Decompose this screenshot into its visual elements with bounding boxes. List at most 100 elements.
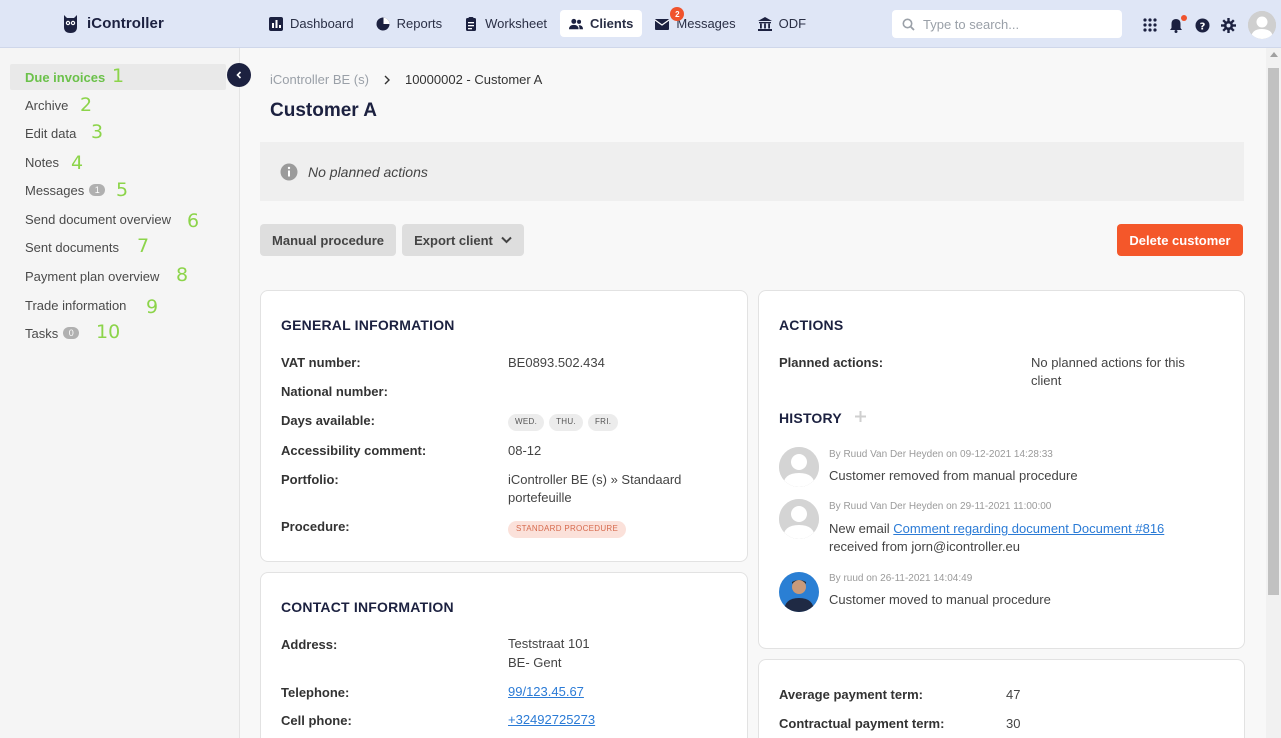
telephone-link[interactable]: 99/123.45.67 [508, 683, 584, 701]
search-input[interactable] [923, 16, 1113, 32]
annotation-number: 6 [187, 210, 200, 232]
chevron-left-icon [236, 71, 242, 79]
history-meta: By Ruud Van Der Heyden on 29-11-2021 11:… [829, 501, 1052, 512]
document-comment-link[interactable]: Comment regarding document Document #816 [893, 521, 1164, 536]
annotation-number: 2 [80, 94, 93, 116]
sidebar-item-label: Payment plan overview [25, 268, 160, 284]
annotation-number: 4 [71, 152, 84, 174]
sidebar-item-edit-data[interactable]: Edit data [10, 120, 226, 146]
annotation-number: 1 [112, 65, 125, 87]
address-value: Teststraat 101 BE- Gent [508, 635, 590, 672]
cell-phone-label: Cell phone: [281, 713, 352, 728]
breadcrumb-current: 10000002 - Customer A [404, 72, 543, 87]
user-avatar[interactable] [1248, 11, 1276, 39]
planned-actions-line: client [1031, 373, 1062, 388]
chevron-right-icon [384, 75, 390, 84]
planned-actions-label: Planned actions: [779, 355, 884, 370]
average-payment-term-label: Average payment term: [779, 687, 924, 702]
delete-customer-label: Delete customer [1129, 232, 1231, 248]
annotation-number: 3 [91, 121, 104, 143]
manual-procedure-button[interactable]: Manual procedure [260, 224, 396, 256]
procedure-badge: STANDARD PROCEDURE [508, 520, 627, 538]
sidebar-item-notes[interactable]: Notes [10, 149, 226, 175]
add-history-icon[interactable] [855, 411, 866, 422]
portfolio-value-line: iController BE (s) » Standaard [508, 472, 682, 487]
nav-dashboard[interactable]: Dashboard [260, 10, 363, 37]
sidebar-item-label: Sent documents [25, 239, 119, 255]
sidebar-item-label: Due invoices [25, 69, 106, 85]
apps-grid-icon[interactable] [1142, 17, 1158, 33]
manual-procedure-label: Manual procedure [272, 232, 384, 248]
collapse-sidebar-button[interactable] [227, 63, 251, 87]
history-text-prefix: New email [829, 521, 894, 536]
bank-icon [757, 16, 772, 31]
vat-label: VAT number: [281, 355, 361, 370]
sidebar-item-label: Tasks [25, 325, 59, 341]
toolbar-icons: ? [1142, 11, 1276, 39]
sidebar-tasks-badge: 0 [63, 327, 80, 339]
contact-information-title: CONTACT INFORMATION [281, 599, 454, 615]
svg-text:?: ? [1199, 21, 1205, 32]
nav-worksheet[interactable]: Worksheet [455, 10, 556, 37]
sidebar-item-payment-plan-overview[interactable]: Payment plan overview [10, 263, 226, 289]
info-icon [280, 163, 298, 180]
notice-text: No planned actions [308, 163, 428, 180]
breadcrumb-parent-link[interactable]: iController BE (s) [270, 72, 369, 87]
nav-reports-label: Reports [396, 16, 443, 31]
nav-odf-label: ODF [778, 16, 807, 31]
portfolio-label: Portfolio: [281, 472, 339, 487]
history-avatar [779, 499, 819, 539]
owl-logo-icon [64, 15, 77, 33]
actions-title: ACTIONS [779, 317, 844, 333]
scrollbar-thumb[interactable] [1268, 68, 1279, 595]
bar-chart-icon [269, 16, 283, 31]
page-title: Customer A [270, 100, 377, 121]
clipboard-icon [466, 16, 477, 31]
procedure-value: STANDARD PROCEDURE [508, 518, 627, 538]
top-bar: iController Dashboard Reports Worksheet … [0, 0, 1281, 48]
general-information-title: GENERAL INFORMATION [281, 317, 455, 333]
users-icon [569, 18, 584, 29]
sidebar-item-label: Edit data [25, 125, 77, 141]
search-box[interactable] [892, 10, 1122, 38]
procedure-label: Procedure: [281, 519, 350, 534]
history-avatar [779, 447, 819, 487]
breadcrumb: iController BE (s) 10000002 - Customer A [270, 72, 542, 87]
history-meta: By Ruud Van Der Heyden on 09-12-2021 14:… [829, 449, 1053, 460]
delete-customer-button[interactable]: Delete customer [1117, 224, 1243, 256]
gear-icon[interactable] [1220, 17, 1236, 33]
accessibility-comment-value: 08-12 [508, 443, 542, 458]
day-pill: THU. [549, 413, 583, 431]
sidebar-item-label: Notes [25, 154, 59, 170]
help-icon[interactable]: ? [1194, 17, 1210, 33]
bell-icon[interactable] [1168, 15, 1187, 33]
cell-phone-link[interactable]: +32492725273 [508, 711, 595, 729]
sidebar-item-sent-documents[interactable]: Sent documents [10, 234, 226, 260]
sidebar-item-archive[interactable]: Archive [10, 92, 226, 118]
address-line: BE- Gent [508, 655, 562, 670]
scroll-up-arrow[interactable] [1270, 52, 1278, 57]
history-text: New email Comment regarding document Doc… [829, 520, 1164, 556]
sidebar-item-trade-information[interactable]: Trade information [10, 292, 226, 318]
annotation-number: 8 [176, 264, 189, 286]
sidebar-item-label: Messages [25, 182, 85, 198]
main-nav: Dashboard Reports Worksheet Clients 2 Me… [260, 7, 815, 37]
sidebar-item-label: Send document overview [25, 211, 171, 227]
portfolio-value: iController BE (s) » Standaard portefeui… [508, 471, 681, 507]
contractual-payment-term-value: 30 [1006, 716, 1021, 731]
chevron-down-icon [501, 236, 512, 244]
telephone-label: Telephone: [281, 685, 350, 700]
annotation-number: 5 [116, 179, 129, 201]
app-logo[interactable]: iController [62, 12, 164, 34]
planned-actions-line: No planned actions for this [1031, 355, 1185, 370]
nav-clients[interactable]: Clients [560, 10, 643, 37]
nav-odf[interactable]: ODF [749, 10, 815, 37]
nav-messages[interactable]: 2 Messages [646, 7, 744, 37]
nav-clients-label: Clients [590, 16, 634, 31]
average-payment-term-value: 47 [1006, 687, 1021, 702]
nav-reports[interactable]: Reports [367, 10, 452, 37]
export-client-button[interactable]: Export client [402, 224, 524, 256]
actions-card: ACTIONS Planned actions: No planned acti… [758, 290, 1245, 649]
contact-information-card: CONTACT INFORMATION Address: Teststraat … [260, 572, 748, 738]
address-label: Address: [281, 637, 338, 652]
